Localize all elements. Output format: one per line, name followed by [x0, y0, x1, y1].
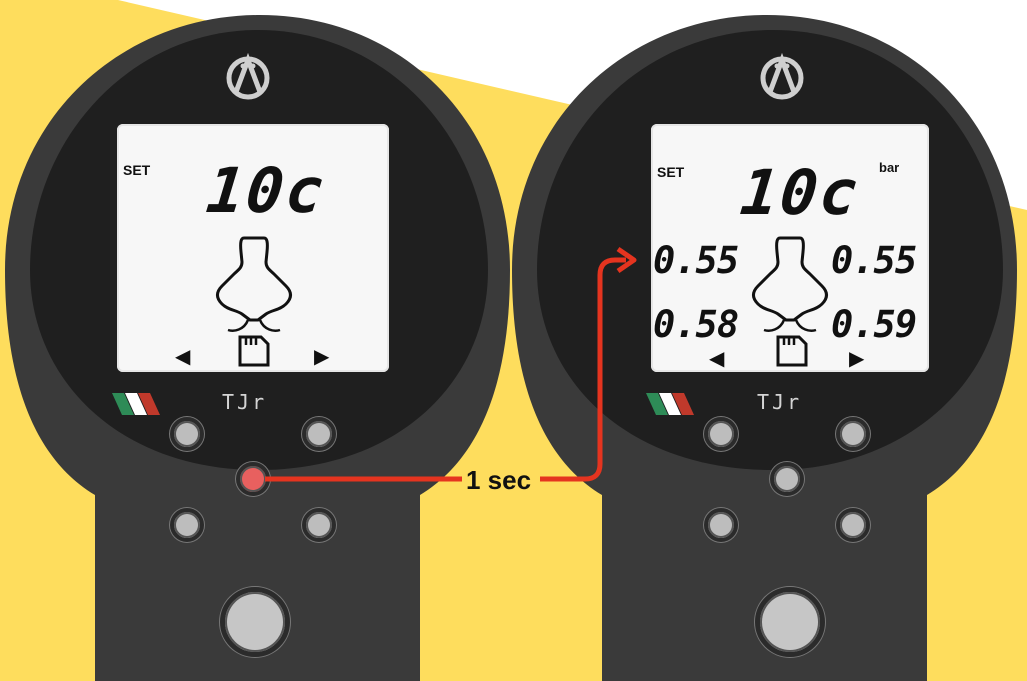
left-device: SET 10c ◀ ▶ TJr — [0, 0, 520, 681]
unit-label: bar — [879, 160, 900, 175]
right-lcd-screen: SET 10c bar 0.55 0.55 0.58 0.59 ◀ ▶ — [651, 124, 929, 372]
main-button[interactable] — [220, 587, 290, 657]
front-left-pressure: 0.55 — [653, 239, 739, 282]
top-left-button[interactable] — [170, 417, 204, 451]
bottom-right-button[interactable] — [302, 508, 336, 542]
rear-left-pressure: 0.58 — [653, 303, 739, 346]
front-right-pressure: 0.55 — [831, 239, 917, 282]
duration-label: 1 sec — [466, 465, 532, 495]
brand-text: TJr — [222, 390, 268, 414]
center-button[interactable] — [770, 462, 804, 496]
left-lcd-screen: SET 10c ◀ ▶ — [117, 124, 389, 372]
main-button[interactable] — [755, 587, 825, 657]
wheel-outline-icon — [216, 236, 292, 332]
wheel-outline-icon — [752, 236, 828, 332]
left-arrow-icon: ◀ — [709, 348, 725, 370]
bottom-left-button[interactable] — [170, 508, 204, 542]
rear-right-pressure: 0.59 — [831, 303, 917, 346]
top-right-button[interactable] — [836, 417, 870, 451]
sd-card-icon — [776, 335, 808, 367]
mode-value: 10c — [203, 154, 329, 227]
left-arrow-icon: ◀ — [175, 346, 191, 368]
sd-card-icon — [238, 335, 270, 367]
set-label: SET — [123, 162, 151, 178]
mode-value: 10c — [737, 156, 863, 229]
top-right-button[interactable] — [302, 417, 336, 451]
center-button-pressed[interactable] — [236, 462, 270, 496]
bottom-left-button[interactable] — [704, 508, 738, 542]
right-device: SET 10c bar 0.55 0.55 0.58 0.59 ◀ ▶ TJr — [507, 0, 1027, 681]
right-arrow-icon: ▶ — [849, 348, 865, 370]
brand-text: TJr — [757, 390, 803, 414]
set-label: SET — [657, 164, 685, 180]
right-arrow-icon: ▶ — [314, 346, 330, 368]
bottom-right-button[interactable] — [836, 508, 870, 542]
top-left-button[interactable] — [704, 417, 738, 451]
